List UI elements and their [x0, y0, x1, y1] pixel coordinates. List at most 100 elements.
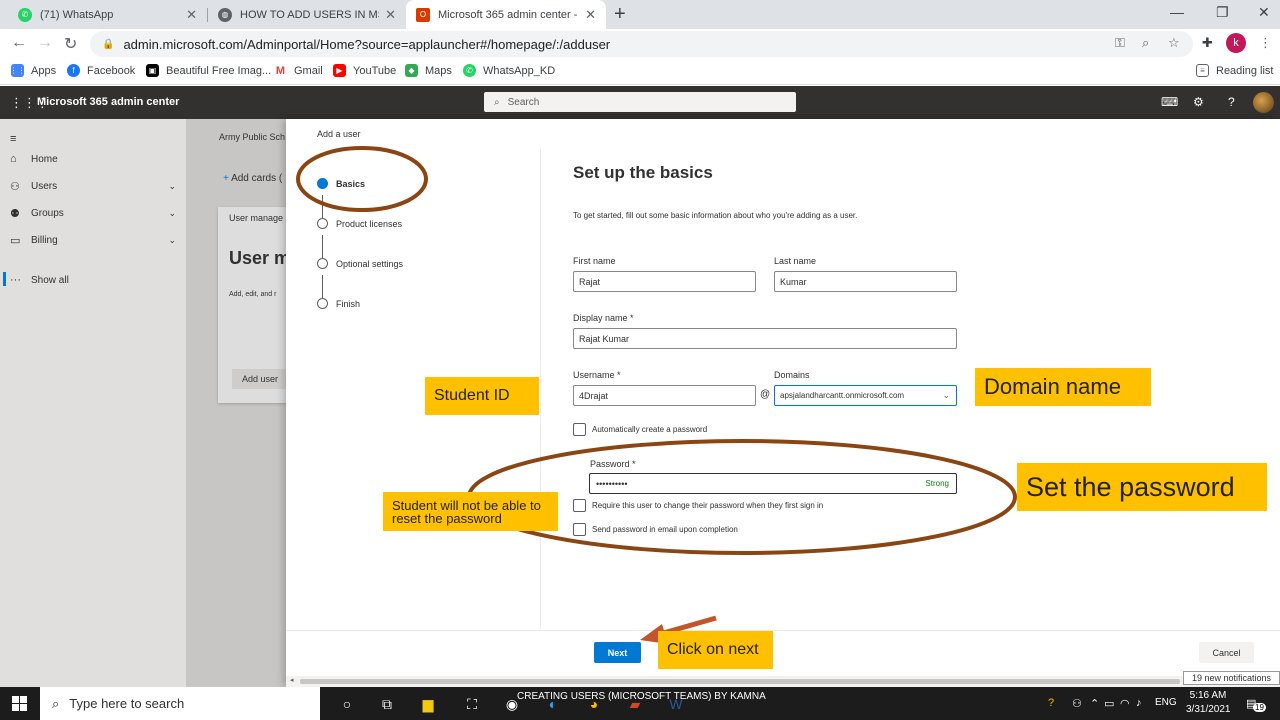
password-input[interactable]: •••••••••• Strong: [589, 473, 957, 494]
bookmark-free-images[interactable]: ▣ Beautiful Free Imag...: [146, 64, 271, 77]
terminal-icon[interactable]: ⌨: [1161, 95, 1178, 109]
checkbox-box: [573, 499, 586, 512]
profile-avatar[interactable]: k: [1226, 33, 1246, 53]
bookmarks-bar: ⋮⋮ Apps f Facebook ▣ Beautiful Free Imag...…: [0, 59, 1280, 85]
minimize-icon[interactable]: —: [1170, 4, 1184, 20]
auto-password-checkbox[interactable]: Automatically create a password: [573, 423, 707, 436]
nav-collapse[interactable]: ≡: [10, 133, 176, 145]
maps-icon: ◆: [405, 64, 418, 77]
battery-icon[interactable]: ▭: [1104, 697, 1114, 710]
browser-tab-strip: ✆ (71) WhatsApp ✕ ◍ HOW TO ADD USERS IN …: [0, 0, 1280, 29]
cortana-icon[interactable]: ○: [337, 694, 357, 714]
star-icon[interactable]: ☆: [1168, 35, 1180, 51]
key-icon[interactable]: ⚿: [1115, 35, 1125, 51]
chevron-down-icon: ⌄: [168, 235, 176, 245]
username-input[interactable]: [573, 385, 756, 406]
home-icon: ⌂: [10, 153, 17, 165]
people-icon[interactable]: ⚇: [1072, 697, 1082, 710]
sidebar-item-home[interactable]: ⌂ Home: [10, 153, 176, 165]
groups-icon: ⚉: [10, 208, 20, 220]
m365-header: ⋮⋮⋮ Microsoft 365 admin center ⌕ Search …: [0, 86, 1280, 119]
callout-no-reset: Student will not be able to reset the pa…: [383, 492, 558, 531]
zoom-icon[interactable]: ⌕: [1142, 35, 1149, 51]
app-title[interactable]: Microsoft 365 admin center: [37, 96, 179, 108]
file-explorer-icon[interactable]: ▆: [418, 694, 438, 714]
forward-icon[interactable]: →: [37, 34, 53, 52]
require-change-checkbox[interactable]: Require this user to change their passwo…: [573, 499, 823, 512]
step-connector: [322, 275, 323, 298]
bookmark-facebook[interactable]: f Facebook: [67, 64, 135, 77]
bookmark-gmail[interactable]: M Gmail: [274, 64, 323, 77]
close-icon[interactable]: ✕: [585, 7, 596, 23]
send-email-checkbox[interactable]: Send password in email upon completion: [573, 523, 738, 536]
browser-tab-admin[interactable]: O Microsoft 365 admin center - Home ✕: [406, 0, 606, 29]
step-dot-icon: [317, 218, 328, 229]
display-name-input[interactable]: [573, 328, 957, 349]
language-indicator[interactable]: ENG: [1155, 697, 1177, 708]
step-optional-settings[interactable]: Optional settings: [317, 258, 403, 269]
maximize-icon[interactable]: ❐: [1216, 4, 1229, 21]
store-icon[interactable]: ⛶: [462, 694, 482, 714]
search-input[interactable]: ⌕ Search: [484, 92, 796, 112]
domains-dropdown[interactable]: apsjalandharcantt.onmicrosoft.com ⌄: [774, 385, 957, 406]
username-label: Username *: [573, 370, 621, 380]
clock[interactable]: 5:16 AM 3/31/2021: [1186, 689, 1231, 717]
reload-icon[interactable]: ↻: [64, 34, 77, 54]
next-button[interactable]: Next: [594, 642, 641, 663]
task-view-icon[interactable]: ⧉: [377, 694, 397, 714]
first-name-input[interactable]: [573, 271, 756, 292]
first-name-label: First name: [573, 256, 616, 266]
wifi-icon[interactable]: ◠: [1120, 697, 1130, 710]
address-bar[interactable]: 🔒 admin.microsoft.com/Adminportal/Home?s…: [90, 31, 1193, 57]
last-name-input[interactable]: [774, 271, 957, 292]
help-tray-icon[interactable]: ?: [1048, 697, 1054, 709]
scrollbar-thumb[interactable]: [300, 679, 1180, 684]
back-icon[interactable]: ←: [11, 34, 27, 52]
bookmark-apps[interactable]: ⋮⋮ Apps: [9, 64, 56, 77]
chevron-up-icon[interactable]: ⌃: [1090, 697, 1099, 710]
horizontal-scrollbar[interactable]: ◂: [286, 676, 1280, 687]
step-basics[interactable]: Basics: [317, 178, 365, 189]
new-tab-button[interactable]: +: [614, 3, 626, 26]
add-user-button-background[interactable]: Add user: [232, 369, 286, 389]
search-icon: ⌕: [52, 695, 60, 711]
panel-footer: Next Cancel: [286, 630, 1280, 676]
apps-grid-icon: ⋮⋮: [9, 64, 26, 77]
whatsapp-icon: ✆: [463, 64, 476, 77]
sidebar-item-billing[interactable]: ▭ Billing ⌄: [10, 234, 176, 247]
close-icon[interactable]: ✕: [385, 7, 396, 23]
chevron-down-icon: ⌄: [942, 390, 950, 400]
taskbar-search-input[interactable]: ⌕ Type here to search: [40, 687, 320, 720]
browser-tab-whatsapp[interactable]: ✆ (71) WhatsApp ✕: [8, 0, 207, 29]
step-product-licenses[interactable]: Product licenses: [317, 218, 402, 229]
sidebar-item-users[interactable]: ⚇ Users ⌄: [10, 180, 176, 193]
card-title: User m: [229, 248, 286, 268]
gear-icon[interactable]: ⚙: [1193, 95, 1204, 109]
close-icon[interactable]: ✕: [186, 7, 197, 23]
notification-count-badge: 19: [1253, 703, 1266, 712]
avatar[interactable]: [1253, 92, 1274, 113]
reading-list[interactable]: ≡ Reading list: [1196, 64, 1273, 77]
bookmark-whatsapp-kd[interactable]: ✆ WhatsApp_KD: [463, 64, 555, 77]
step-connector: [322, 195, 323, 218]
scroll-left-icon[interactable]: ◂: [290, 676, 294, 684]
globe-icon: ◍: [218, 7, 232, 22]
help-icon[interactable]: ?: [1228, 95, 1235, 109]
add-cards-link[interactable]: + Add cards (: [223, 173, 282, 184]
left-nav: ≡ ⌂ Home ⚇ Users ⌄ ⚉ Groups ⌄ ▭ Billing ⌄ ··· Sh…: [0, 119, 186, 687]
browser-tab-howto[interactable]: ◍ HOW TO ADD USERS IN MS TEAMS ✕: [208, 0, 406, 29]
close-window-icon[interactable]: ✕: [1258, 4, 1270, 21]
extensions-icon[interactable]: ✚: [1202, 35, 1213, 51]
bookmark-maps[interactable]: ◆ Maps: [405, 64, 452, 77]
bookmark-youtube[interactable]: ▶ YouTube: [333, 64, 396, 77]
sidebar-item-show-all[interactable]: ··· Show all: [10, 274, 176, 286]
menu-kebab-icon[interactable]: ⋮: [1259, 35, 1272, 51]
windows-start-icon[interactable]: [12, 696, 27, 711]
sidebar-item-groups[interactable]: ⚉ Groups ⌄: [10, 207, 176, 220]
cancel-button[interactable]: Cancel: [1199, 642, 1254, 663]
notification-toast[interactable]: 19 new notifications: [1183, 671, 1280, 685]
url-text: admin.microsoft.com/Adminportal/Home?sou…: [123, 36, 611, 52]
background-dashboard: Army Public Sch + Add cards ( User manag…: [186, 119, 286, 687]
volume-icon[interactable]: ♪: [1136, 697, 1142, 709]
step-finish[interactable]: Finish: [317, 298, 360, 309]
